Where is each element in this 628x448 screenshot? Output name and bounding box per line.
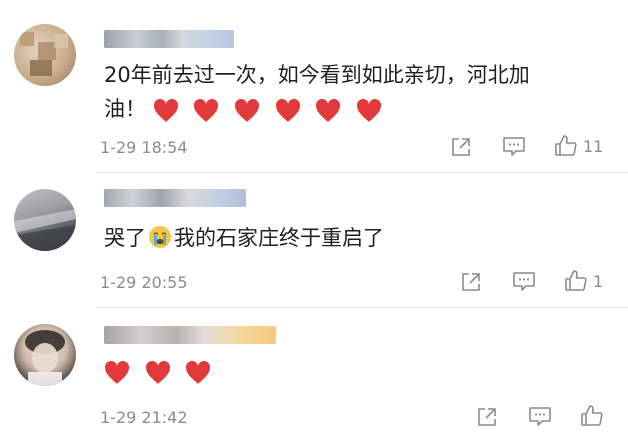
heart-icon [105,361,129,384]
comment-text-part1: 哭了 [104,226,146,250]
heart-icon [153,99,178,122]
username-blurred[interactable] [104,326,276,344]
like-count: 1 [593,271,604,291]
heart-icon [235,99,260,122]
heart-icon [316,99,341,122]
comment-item: 1-29 21:42 [0,308,628,448]
comment-button[interactable] [528,406,552,428]
heart-icon [194,99,219,122]
share-button[interactable] [476,406,498,428]
like-icon [581,405,603,426]
comment-text [104,354,219,389]
like-count: 11 [583,136,604,156]
share-button[interactable] [450,136,472,158]
heart-icon [186,361,211,384]
comment-time: 1-29 20:55 [100,273,188,292]
heart-icon [145,361,170,384]
crying-face-icon [149,226,171,248]
avatar[interactable] [14,324,76,386]
comment-item: 20年前去过一次，如今看到如此亲切，河北加 油！ 1-29 18:54 11 [0,0,628,172]
hearts-group [153,93,390,127]
share-icon [452,138,470,156]
comment-text: 哭了 我的石家庄终于重启了 [104,221,384,255]
like-button[interactable]: 11 [554,134,603,158]
comment-icon [529,407,551,426]
comment-text-line2: 油！ [104,97,146,121]
comment-button[interactable] [512,271,536,293]
like-icon [565,270,587,291]
comment-text: 20年前去过一次，如今看到如此亲切，河北加 油！ [104,58,614,127]
avatar[interactable] [14,24,76,86]
like-icon [555,135,577,156]
heart-icon [357,99,382,122]
username-blurred[interactable] [104,30,234,48]
comment-button[interactable] [502,136,526,158]
share-button[interactable] [460,271,482,293]
hearts-group [104,355,219,389]
like-button[interactable]: 1 [564,269,603,293]
share-icon [462,273,480,291]
like-button[interactable] [580,404,604,428]
comment-item: 哭了 我的石家庄终于重启了 1-29 20:55 1 [0,173,628,307]
comment-icon [513,272,535,291]
username-blurred[interactable] [104,189,246,207]
comment-time: 1-29 21:42 [100,408,188,427]
avatar-image-icon [25,330,65,386]
avatar[interactable] [14,189,76,251]
avatar-image-icon [20,32,68,76]
comment-text-line1: 20年前去过一次，如今看到如此亲切，河北加 [104,63,530,87]
share-icon [478,408,496,426]
comment-text-line2-row: 油！ [104,92,614,127]
comment-time: 1-29 18:54 [100,138,188,157]
comment-text-part2: 我的石家庄终于重启了 [174,226,384,250]
heart-icon [275,99,300,122]
avatar-image-icon [14,209,76,251]
comment-icon [503,137,525,156]
